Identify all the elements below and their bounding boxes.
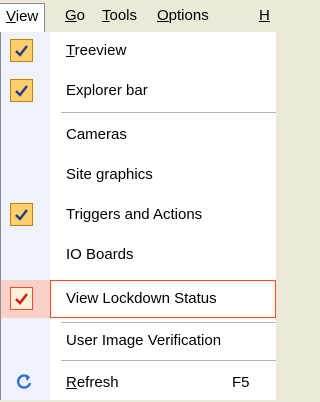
- menu-item-site-graphics[interactable]: Site graphics: [1, 156, 276, 194]
- checkmark-icon: [10, 79, 33, 102]
- menu-item-explorer-bar[interactable]: Explorer bar: [1, 72, 276, 110]
- menu-options[interactable]: Options: [151, 3, 215, 29]
- label-rest: reeview: [74, 42, 127, 59]
- menu-options-label: ptions: [168, 7, 209, 24]
- menu-item-label: User Image Verification: [66, 332, 222, 349]
- menu-item-view-lockdown-status[interactable]: View Lockdown Status: [1, 280, 276, 318]
- menu-tools-mnemonic: T: [102, 7, 110, 24]
- menu-item-io-boards[interactable]: IO Boards: [1, 236, 276, 274]
- menu-view-label: iew: [15, 8, 39, 25]
- menu-go[interactable]: Go: [59, 3, 91, 29]
- menu-item-refresh[interactable]: Refresh F5: [1, 364, 276, 402]
- checkmark-icon: [10, 287, 33, 310]
- label-rest: efresh: [76, 374, 119, 391]
- menu-go-mnemonic: G: [65, 7, 77, 24]
- menu-bar: View Go Tools Options H: [0, 0, 275, 33]
- menu-separator: [61, 360, 276, 361]
- menu-item-label: Treeview: [66, 32, 126, 70]
- menu-item-label: Site graphics: [66, 166, 153, 183]
- mnemonic-letter: T: [66, 42, 75, 59]
- menu-item-cameras[interactable]: Cameras: [1, 116, 276, 154]
- menu-item-triggers-and-actions[interactable]: Triggers and Actions: [1, 196, 276, 234]
- mnemonic-letter: R: [66, 374, 77, 391]
- menu-view-mnemonic: V: [6, 8, 16, 25]
- menu-item-label: IO Boards: [66, 246, 134, 263]
- menu-item-label: Refresh: [66, 364, 119, 402]
- menu-view[interactable]: View: [0, 3, 46, 33]
- shortcut-label: F5: [232, 374, 250, 391]
- menu-item-label: Triggers and Actions: [66, 206, 203, 223]
- view-dropdown-menu: Treeview Explorer bar Cameras Site graph…: [0, 32, 276, 400]
- menu-tools[interactable]: Tools: [96, 3, 143, 29]
- checkmark-icon: [10, 203, 33, 226]
- menu-item-label: Cameras: [66, 126, 127, 143]
- menu-tools-label: ools: [109, 7, 138, 24]
- menu-item-user-image-verification[interactable]: User Image Verification: [1, 322, 276, 360]
- refresh-icon: [14, 372, 34, 397]
- menu-help-mnemonic: H: [259, 7, 270, 24]
- menu-help[interactable]: H: [253, 3, 276, 29]
- menu-separator: [61, 112, 276, 113]
- menu-item-treeview[interactable]: Treeview: [1, 32, 276, 70]
- checkmark-icon: [10, 39, 33, 62]
- menu-item-label: View Lockdown Status: [66, 290, 217, 307]
- menu-item-label: Explorer bar: [66, 82, 148, 99]
- menu-go-label: o: [76, 7, 86, 24]
- menu-options-mnemonic: O: [157, 7, 169, 24]
